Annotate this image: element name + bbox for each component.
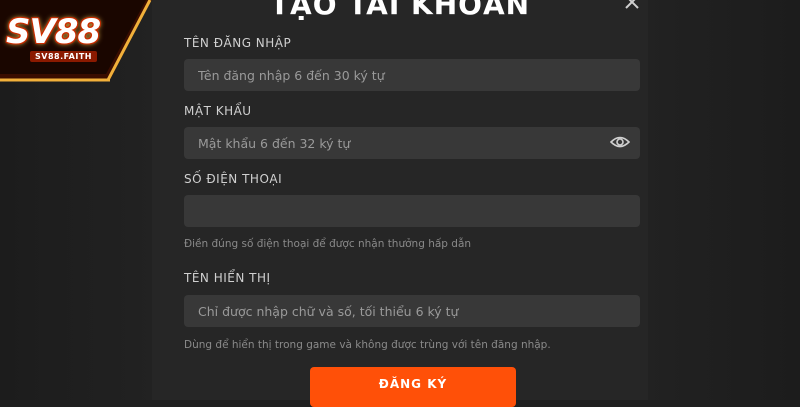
eye-icon[interactable] (609, 134, 631, 150)
username-input[interactable] (184, 59, 640, 91)
phone-label: SỐ ĐIỆN THOẠI (184, 172, 283, 186)
modal-title: TẠO TÀI KHOẢN (269, 0, 531, 21)
phone-input[interactable] (184, 195, 640, 227)
username-label: TÊN ĐĂNG NHẬP (184, 36, 292, 50)
password-label: MẬT KHẨU (184, 104, 252, 118)
register-submit-button[interactable]: ĐĂNG KÝ (310, 367, 516, 407)
logo-text: SV88 (6, 12, 101, 52)
close-icon[interactable] (622, 0, 642, 12)
brand-logo: SV88 SV88.FAITH (0, 0, 160, 90)
logo-subtext: SV88.FAITH (30, 51, 97, 62)
phone-helper-text: Điền đúng số điện thoại để được nhận thư… (184, 238, 472, 250)
display-name-input[interactable] (184, 295, 640, 327)
display-name-helper-text: Dùng để hiển thị trong game và không đượ… (184, 339, 551, 351)
register-modal: TẠO TÀI KHOẢN TÊN ĐĂNG NHẬP MẬT KHẨU SỐ … (152, 0, 648, 407)
display-name-label: TÊN HIỂN THỊ (184, 271, 271, 285)
password-input[interactable] (184, 127, 640, 159)
